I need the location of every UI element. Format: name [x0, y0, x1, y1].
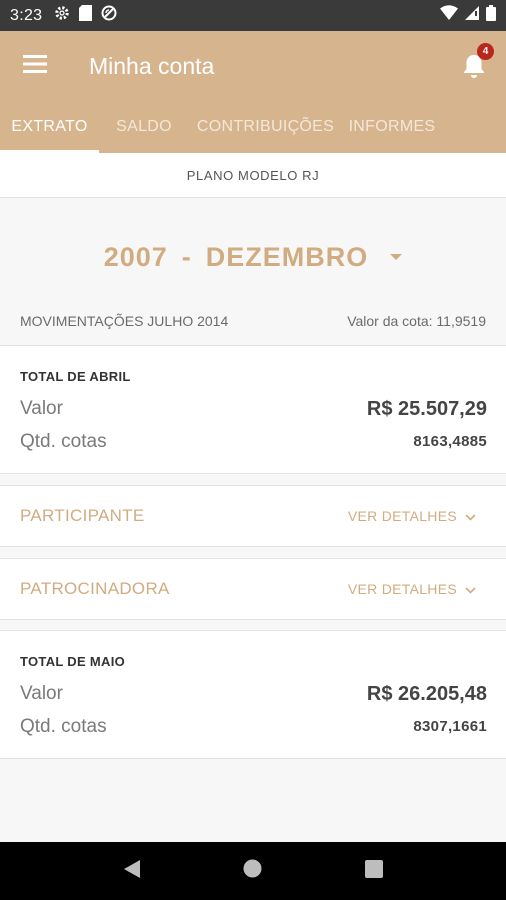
participante-expander[interactable]: PARTICIPANTE VER DETALHES	[0, 485, 506, 547]
status-time: 3:23	[10, 6, 43, 24]
home-button[interactable]	[233, 851, 273, 891]
tab-informes[interactable]: INFORMES	[342, 101, 442, 153]
movements-header: MOVIMENTAÇÕES JULHO 2014 Valor da cota: …	[20, 311, 486, 331]
bell-icon	[462, 55, 486, 83]
details-link-label: VER DETALHES	[347, 581, 457, 597]
patrocinadora-label: PATROCINADORA	[20, 579, 170, 598]
movements-title: MOVIMENTAÇÕES JULHO 2014	[20, 313, 229, 329]
tab-extrato[interactable]: EXTRATO	[0, 101, 99, 153]
details-link-label: VER DETALHES	[347, 508, 457, 524]
quota-value: Valor da cota: 11,9519	[347, 313, 486, 329]
plan-name: PLANO MODELO RJ	[0, 153, 506, 198]
patrocinadora-expander[interactable]: PATROCINADORA VER DETALHES	[0, 558, 506, 620]
recents-square-icon	[364, 859, 383, 883]
quota-label: Qtd. cotas	[20, 431, 107, 452]
period-separator: -	[181, 241, 192, 272]
tab-saldo[interactable]: SALDO	[99, 101, 189, 153]
value-label: Valor	[20, 398, 63, 419]
chevron-down-icon	[465, 581, 476, 597]
sd-card-icon	[79, 5, 93, 26]
no-disturb-icon	[101, 5, 117, 26]
value-amount: R$ 26.205,48	[366, 683, 487, 705]
signal-icon	[464, 5, 480, 26]
back-triangle-icon	[123, 859, 141, 884]
wifi-icon	[440, 5, 458, 26]
tab-contribuicoes[interactable]: CONTRIBUIÇÕES	[189, 101, 342, 153]
value-amount: R$ 25.507,29	[366, 398, 487, 420]
toolbar: Minha conta 4	[0, 31, 506, 101]
gear-icon	[54, 5, 70, 26]
battery-icon	[486, 5, 496, 26]
notification-badge: 4	[477, 43, 494, 60]
value-label: Valor	[20, 683, 63, 704]
hamburger-menu-icon	[23, 54, 47, 78]
app-bar: Minha conta 4 EXTRATO SALDO CONTRIBUIÇÕE…	[0, 31, 506, 153]
quota-label: Qtd. cotas	[20, 716, 107, 737]
card-title: TOTAL DE ABRIL	[20, 369, 131, 384]
period-selector[interactable]: 2007 - DEZEMBRO	[0, 232, 506, 282]
page-title: Minha conta	[89, 52, 215, 79]
period-month: DEZEMBRO	[205, 241, 369, 272]
back-button[interactable]	[112, 851, 152, 891]
chevron-down-icon	[465, 508, 476, 524]
participante-details-link[interactable]: VER DETALHES	[348, 508, 476, 524]
status-bar: 3:23	[0, 0, 506, 31]
period-year: 2007	[103, 241, 168, 272]
home-circle-icon	[243, 859, 262, 883]
tab-bar: EXTRATO SALDO CONTRIBUIÇÕES INFORMES	[0, 101, 506, 153]
menu-button[interactable]	[0, 31, 70, 101]
total-may-card: TOTAL DE MAIO Valor R$ 26.205,48 Qtd. co…	[0, 630, 506, 759]
quota-amount: 8163,4885	[413, 433, 487, 450]
notifications-button[interactable]: 4	[462, 43, 494, 83]
quota-amount: 8307,1661	[413, 718, 487, 735]
navigation-bar	[0, 842, 506, 900]
participante-label: PARTICIPANTE	[20, 506, 145, 525]
total-april-card: TOTAL DE ABRIL Valor R$ 25.507,29 Qtd. c…	[0, 345, 506, 474]
recents-button[interactable]	[354, 851, 394, 891]
card-title: TOTAL DE MAIO	[20, 654, 126, 669]
dropdown-arrow-icon	[390, 254, 403, 260]
patrocinadora-details-link[interactable]: VER DETALHES	[348, 581, 476, 597]
